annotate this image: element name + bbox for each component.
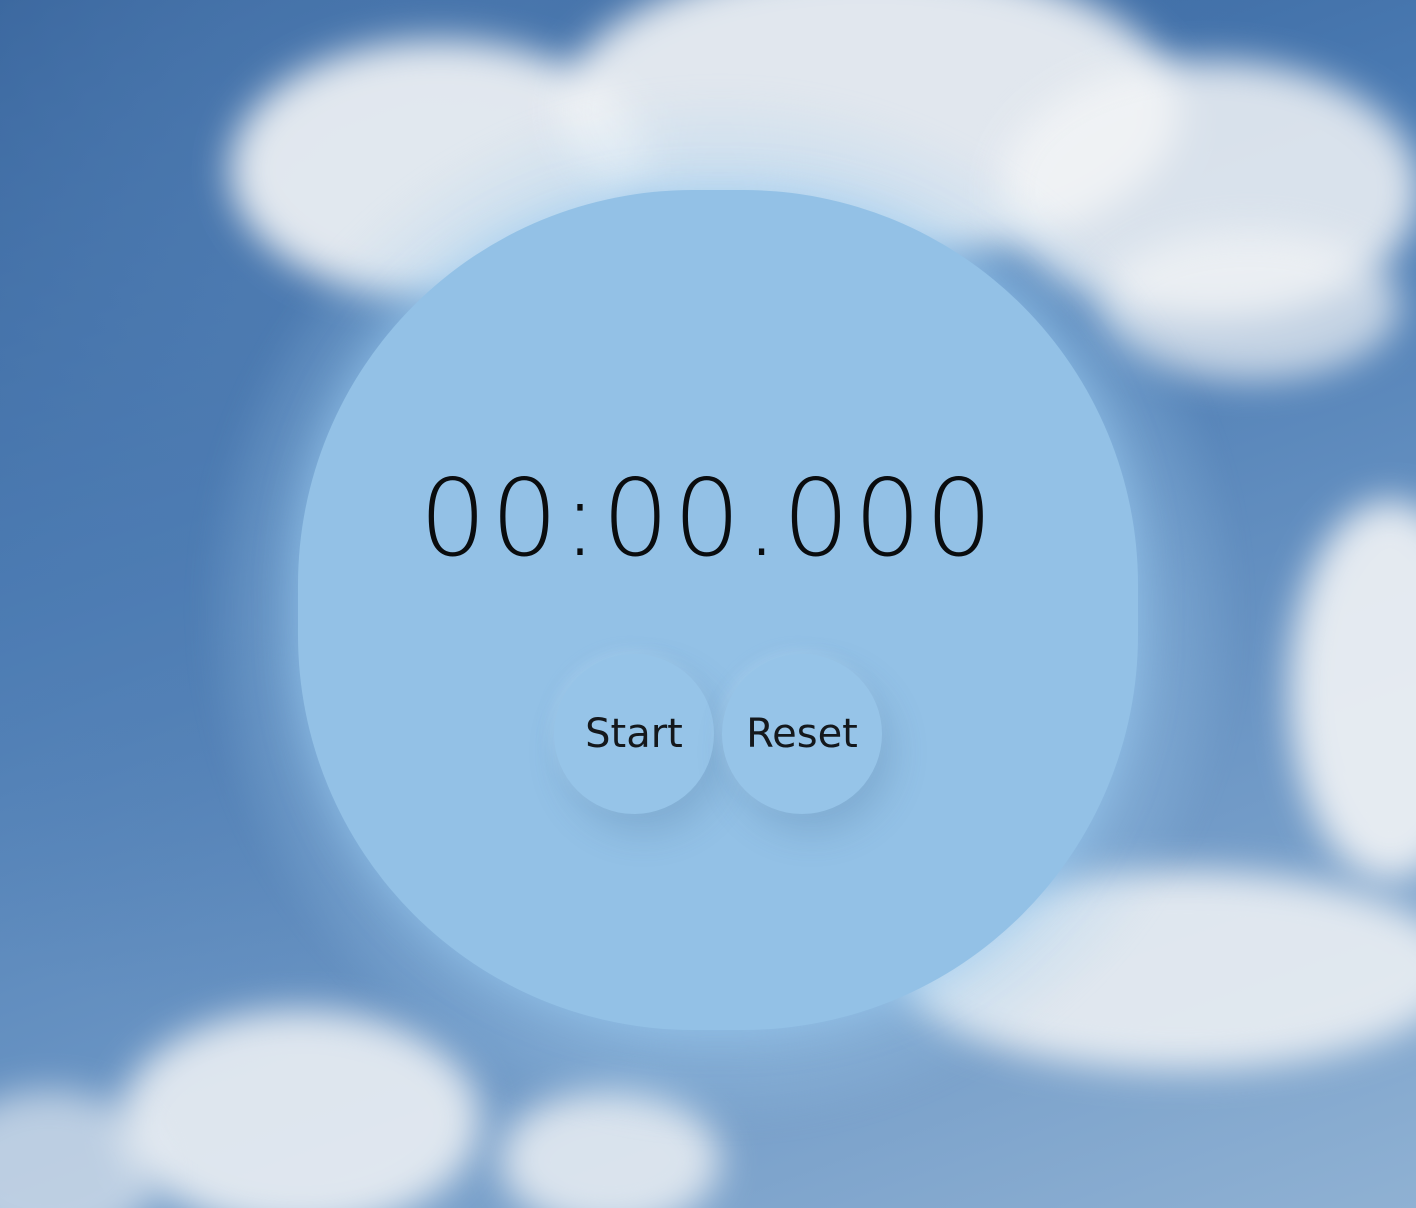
reset-button[interactable]: Reset [722, 654, 882, 814]
timer-display: 00:00.000 [419, 457, 997, 580]
stopwatch-dial [298, 190, 1138, 1030]
start-button[interactable]: Start [554, 654, 714, 814]
